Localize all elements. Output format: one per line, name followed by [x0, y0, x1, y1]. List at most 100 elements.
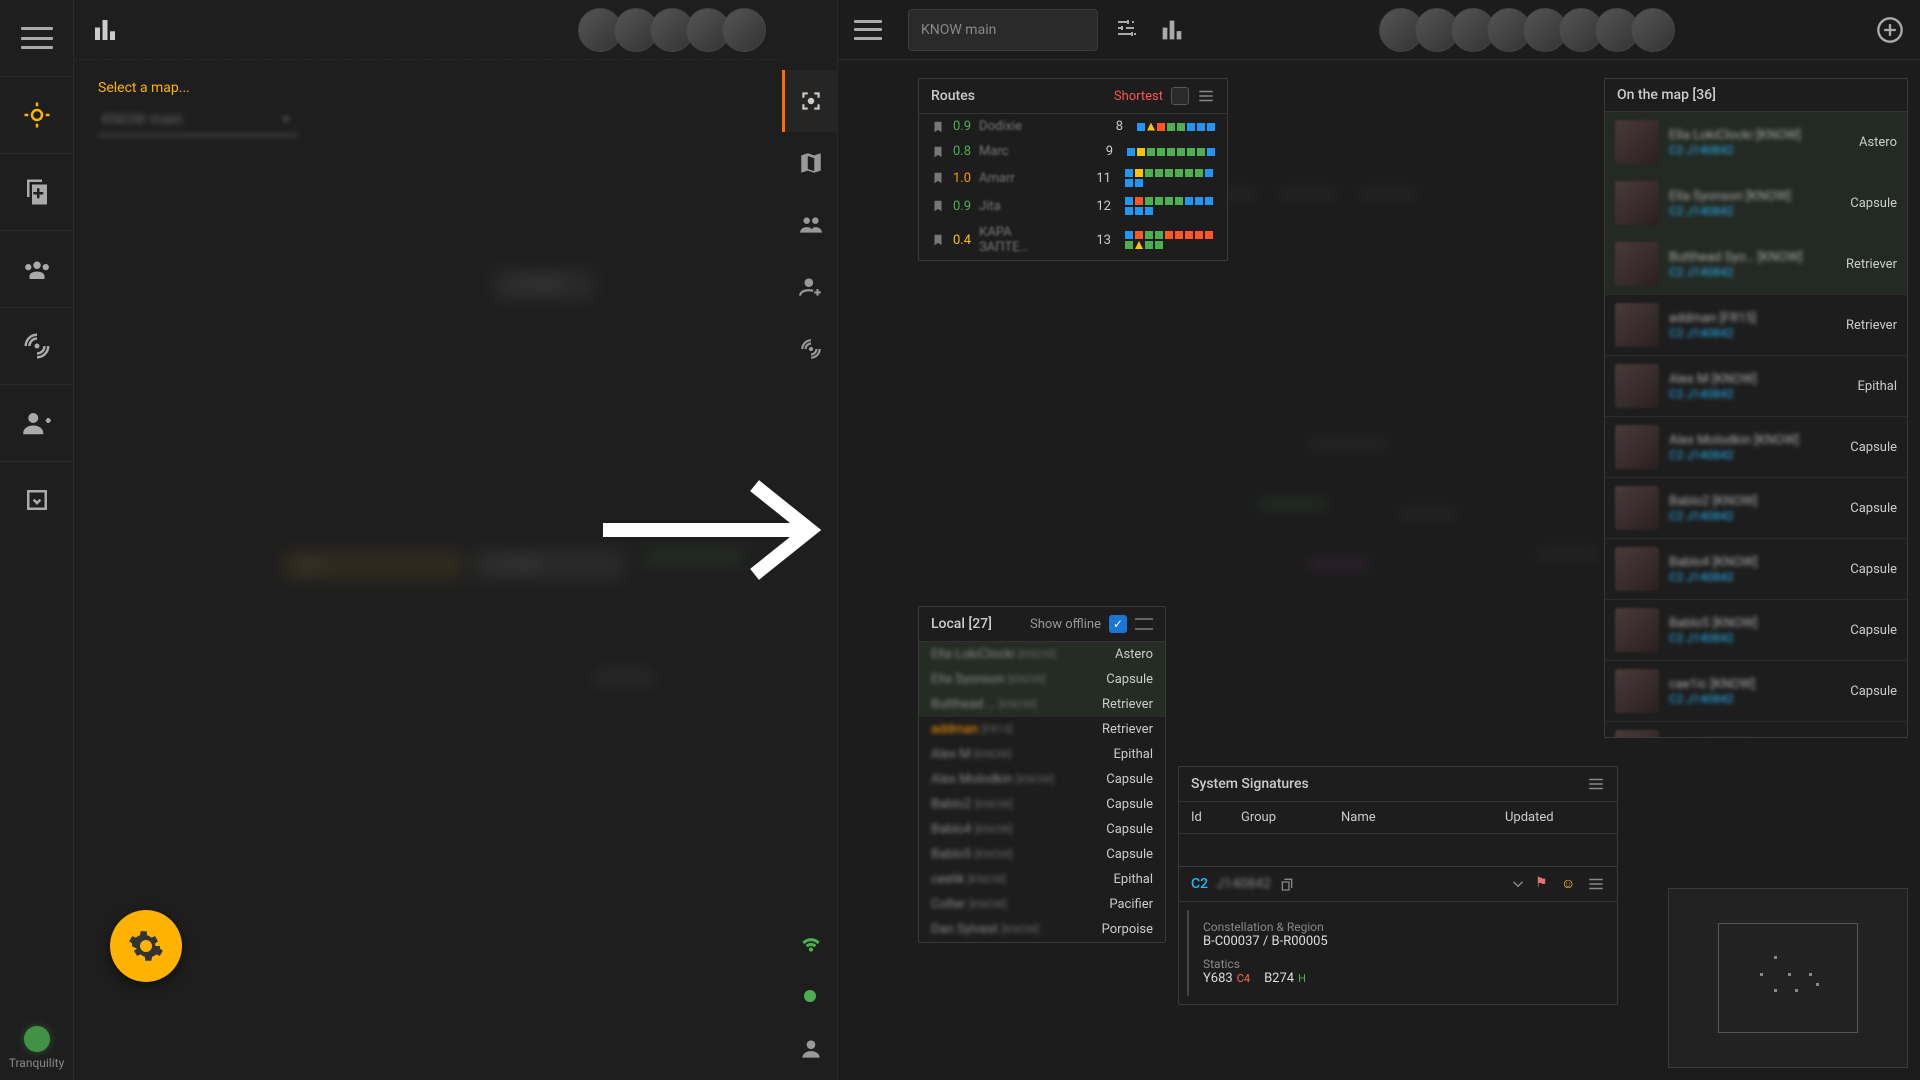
- minimap[interactable]: [1668, 888, 1908, 1068]
- drag-handle-icon[interactable]: [1135, 618, 1153, 630]
- pilot-ship: Capsule: [1850, 196, 1897, 211]
- broadcast-button[interactable]: [0, 308, 74, 384]
- user-tab[interactable]: [782, 1018, 838, 1080]
- pilot-portrait: [1615, 608, 1659, 652]
- invite-tab[interactable]: [782, 256, 838, 318]
- local-row[interactable]: Butthead … [KNOW] Retriever: [919, 692, 1165, 717]
- on-the-map-row[interactable]: ceelik [KNOW] C2 J140842 Epithal: [1605, 722, 1907, 738]
- col-name[interactable]: Name: [1341, 810, 1505, 825]
- signal-tab[interactable]: [782, 318, 838, 380]
- local-row[interactable]: Bablo5 [KNOW] Capsule: [919, 842, 1165, 867]
- local-row[interactable]: Dan Sylvest [KNOW] Porpoise: [919, 917, 1165, 942]
- emoji-icon[interactable]: ☺: [1561, 875, 1579, 893]
- pilot-portrait: [1615, 730, 1659, 738]
- on-the-map-row[interactable]: Butthead Syo… [KNOW] C2 J140842 Retrieve…: [1605, 234, 1907, 295]
- menu-button[interactable]: [0, 0, 74, 76]
- col-group[interactable]: Group: [1241, 810, 1341, 825]
- local-row[interactable]: Colter [KNOW] Pacifier: [919, 892, 1165, 917]
- fleet-tab[interactable]: [782, 194, 838, 256]
- static-tag: C4: [1237, 972, 1250, 985]
- scan-tab[interactable]: [782, 70, 838, 132]
- route-row[interactable]: 1.0 Amarr 11: [919, 164, 1227, 192]
- routes-panel: Routes Shortest 0.9 Dodixie 8 0.8 Marc 9…: [918, 78, 1228, 261]
- shortest-checkbox[interactable]: [1171, 87, 1189, 105]
- pilot-corp: [KNOW]: [969, 898, 1007, 911]
- routes-settings-icon[interactable]: [1197, 87, 1215, 105]
- pilot-ship: Capsule: [1106, 797, 1153, 812]
- pilot-name: Bablo2: [931, 797, 971, 812]
- sysinfo-settings-icon[interactable]: [1587, 875, 1605, 893]
- pilot-name: Ella Syonson: [931, 672, 1005, 687]
- copy-icon[interactable]: [1279, 876, 1295, 892]
- pilot-system-line: C2 J140842: [1669, 204, 1840, 218]
- route-row[interactable]: 0.8 Marc 9: [919, 139, 1227, 164]
- dropdown-icon[interactable]: [1509, 875, 1527, 893]
- map-selector: Select a map... KNOW main: [74, 60, 782, 156]
- chevron-down-icon: [278, 111, 294, 127]
- local-row[interactable]: Bablo4 [KNOW] Capsule: [919, 817, 1165, 842]
- local-row[interactable]: Ella Syonson [KNOW] Capsule: [919, 667, 1165, 692]
- pilot-name: Bablo4: [931, 822, 971, 837]
- col-id[interactable]: Id: [1191, 810, 1241, 825]
- pilot-ship: Capsule: [1850, 501, 1897, 516]
- signatures-settings-icon[interactable]: [1587, 775, 1605, 793]
- person-icon: [798, 1036, 824, 1062]
- route-row[interactable]: 0.9 Jita 12: [919, 192, 1227, 220]
- static-code: B274: [1264, 971, 1294, 986]
- on-the-map-row[interactable]: cae1ic [KNOW] C2 J140842 Capsule: [1605, 661, 1907, 722]
- local-row[interactable]: addman [FR15] Retriever: [919, 717, 1165, 742]
- local-row[interactable]: Alex M [KNOW] Epithal: [919, 742, 1165, 767]
- pilot-portrait: [1615, 242, 1659, 286]
- route-row[interactable]: 0.4 КАРА ЗАПТЕ… 13: [919, 220, 1227, 260]
- map-select-input[interactable]: KNOW main: [98, 104, 298, 136]
- groups-button[interactable]: [0, 231, 74, 307]
- pilot-name: Colter: [931, 897, 966, 912]
- download-button[interactable]: [0, 462, 74, 538]
- on-the-map-row[interactable]: Ella LokiClocki [KNOW] C2 J140842 Astero: [1605, 112, 1907, 173]
- download-icon: [22, 485, 52, 515]
- on-the-map-row[interactable]: Alex Molodkin [KNOW] C2 J140842 Capsule: [1605, 417, 1907, 478]
- pilot-ship: Capsule: [1850, 562, 1897, 577]
- flag-icon[interactable]: ⚑: [1535, 875, 1553, 893]
- pilot-system-line: C2 J140842: [1669, 631, 1840, 645]
- pilot-portrait: [1615, 120, 1659, 164]
- statics-label: Statics: [1203, 957, 1595, 971]
- local-row[interactable]: ceelik [KNOW] Epithal: [919, 867, 1165, 892]
- local-title: Local [27]: [931, 616, 992, 632]
- on-the-map-row[interactable]: Ella Syonson [KNOW] C2 J140842 Capsule: [1605, 173, 1907, 234]
- add-user-button[interactable]: [0, 385, 74, 461]
- route-security: 1.0: [953, 171, 971, 186]
- local-row[interactable]: Alex Molodkin [KNOW] Capsule: [919, 767, 1165, 792]
- local-row[interactable]: Ella LokiClocki [KNOW] Astero: [919, 642, 1165, 667]
- local-row[interactable]: Bablo2 [KNOW] Capsule: [919, 792, 1165, 817]
- avatar[interactable]: [722, 8, 766, 52]
- pilot-system-line: C2 J140842: [1669, 387, 1848, 401]
- library-button[interactable]: [0, 154, 74, 230]
- pilot-ship: Epithal: [1858, 379, 1898, 394]
- col-updated[interactable]: Updated: [1505, 810, 1605, 825]
- pilot-portrait: [1615, 547, 1659, 591]
- local-list: Ella LokiClocki [KNOW] Astero Ella Syons…: [919, 642, 1165, 942]
- static-code: Y683: [1203, 971, 1233, 986]
- settings-fab[interactable]: [110, 910, 182, 982]
- route-jumps: 11: [1096, 171, 1111, 186]
- on-the-map-row[interactable]: Alex M [KNOW] C2 J140842 Epithal: [1605, 356, 1907, 417]
- pilot-name: Dan Sylvest: [931, 922, 998, 937]
- local-header: Local [27] Show offline ✓: [919, 607, 1165, 642]
- stats-icon[interactable]: [90, 15, 120, 45]
- on-the-map-row[interactable]: Bablo5 [KNOW] C2 J140842 Capsule: [1605, 600, 1907, 661]
- on-the-map-row[interactable]: addman [FR15] C2 J140842 Retriever: [1605, 295, 1907, 356]
- pilot-system-line: C2 J140842: [1669, 265, 1836, 279]
- route-path: [1125, 231, 1215, 249]
- pilot-portrait: [1615, 181, 1659, 225]
- locate-button[interactable]: [0, 77, 74, 153]
- on-the-map-row[interactable]: Bablo4 [KNOW] C2 J140842 Capsule: [1605, 539, 1907, 600]
- show-offline-checkbox[interactable]: ✓: [1109, 615, 1127, 633]
- routes-header: Routes Shortest: [919, 79, 1227, 114]
- on-the-map-row[interactable]: Bablo2 [KNOW] C2 J140842 Capsule: [1605, 478, 1907, 539]
- map-tab[interactable]: [782, 132, 838, 194]
- pilot-name-line: Bablo4 [KNOW]: [1669, 555, 1840, 570]
- pilot-system-line: C2 J140842: [1669, 326, 1836, 340]
- pilot-ship: Retriever: [1846, 257, 1897, 272]
- route-row[interactable]: 0.9 Dodixie 8: [919, 114, 1227, 139]
